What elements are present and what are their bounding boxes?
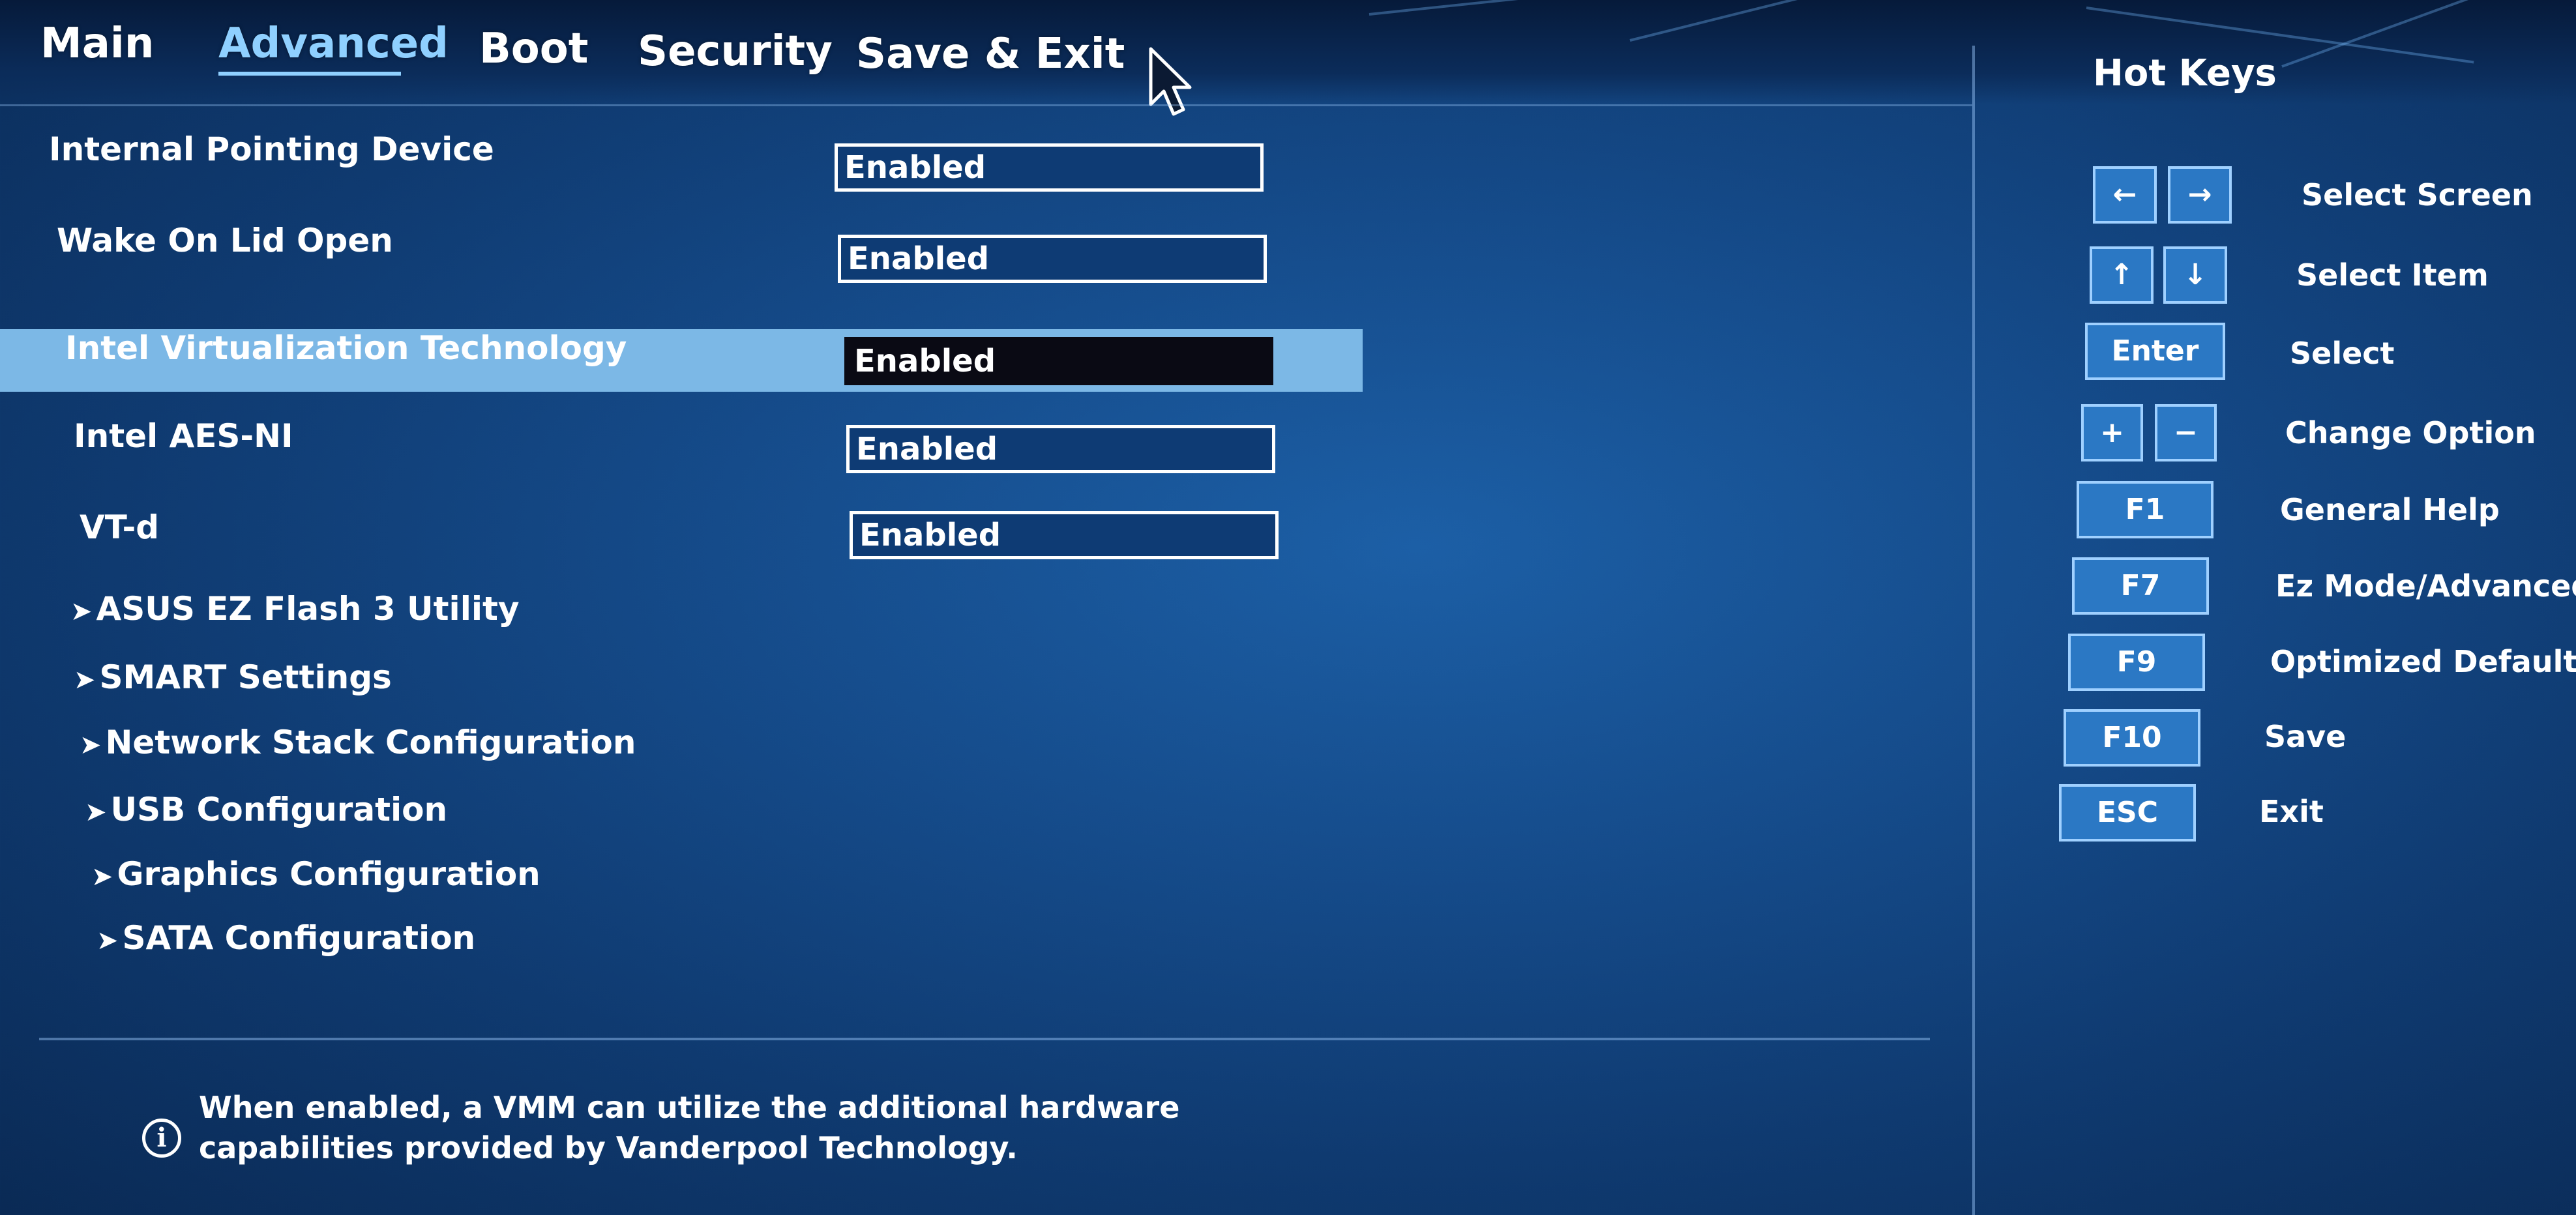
key-f9: F9 <box>2068 634 2205 691</box>
setting-wake-on-lid-open[interactable]: Wake On Lid Open Enabled <box>0 215 1363 283</box>
key-f7: F7 <box>2072 557 2209 615</box>
setting-vt-d[interactable]: VT-d Enabled <box>0 502 1363 564</box>
key-down-arrow: ↓ <box>2163 246 2227 304</box>
hotkey-description: Save <box>2264 719 2347 754</box>
hotkey-description: Select <box>2290 336 2395 371</box>
active-tab-underline <box>218 72 401 76</box>
key-enter: Enter <box>2085 323 2225 380</box>
setting-label: Wake On Lid Open <box>57 222 393 259</box>
setting-value-box[interactable]: Enabled <box>850 511 1279 559</box>
hotkey-description: Optimized Defaults <box>2270 644 2576 679</box>
chevron-right-icon: ➤ <box>96 926 119 956</box>
info-icon: i <box>142 1119 181 1158</box>
hotkey-description: Ez Mode/Advanced Mode <box>2275 568 2576 604</box>
setting-value-box[interactable]: Enabled <box>835 143 1264 192</box>
key-f1: F1 <box>2077 481 2213 538</box>
hotkey-description: Exit <box>2259 794 2324 829</box>
setting-value: Enabled <box>856 431 998 467</box>
key-minus: − <box>2155 404 2217 461</box>
setting-label: Intel AES-NI <box>74 417 293 455</box>
mouse-cursor-icon <box>1147 46 1193 120</box>
chevron-right-icon: ➤ <box>74 665 96 695</box>
hotkey-description: General Help <box>2280 492 2500 527</box>
hotkey-description: Select Item <box>2296 257 2489 293</box>
tab-save-exit[interactable]: Save & Exit <box>856 30 1125 78</box>
setting-label: VT-d <box>80 508 159 546</box>
chevron-right-icon: ➤ <box>91 862 113 892</box>
setting-value-box[interactable]: Enabled <box>846 425 1275 473</box>
key-up-arrow: ↑ <box>2090 246 2154 304</box>
submenu-label: SMART Settings <box>99 658 392 696</box>
submenu-sata-configuration[interactable]: ➤ SATA Configuration <box>96 919 475 957</box>
tab-advanced[interactable]: Advanced <box>218 20 449 68</box>
setting-value: Enabled <box>854 343 996 379</box>
key-esc: ESC <box>2059 784 2196 842</box>
tab-boot[interactable]: Boot <box>479 25 588 73</box>
submenu-label: SATA Configuration <box>122 919 476 957</box>
setting-value: Enabled <box>859 517 1001 553</box>
submenu-label: Network Stack Configuration <box>105 724 636 761</box>
chevron-right-icon: ➤ <box>70 596 93 626</box>
chevron-right-icon: ➤ <box>80 730 102 760</box>
submenu-graphics-configuration[interactable]: ➤ Graphics Configuration <box>91 855 540 893</box>
setting-value-box[interactable]: Enabled <box>844 337 1273 385</box>
hotkeys-divider <box>1972 46 1975 1215</box>
key-right-arrow: → <box>2168 166 2232 224</box>
submenu-usb-configuration[interactable]: ➤ USB Configuration <box>85 791 447 828</box>
header-divider <box>0 104 1972 106</box>
setting-internal-pointing-device[interactable]: Internal Pointing Device Enabled <box>0 124 1363 192</box>
help-description: When enabled, a VMM can utilize the addi… <box>199 1090 1180 1165</box>
setting-label: Intel Virtualization Technology <box>65 329 627 367</box>
setting-value: Enabled <box>844 149 986 186</box>
help-divider <box>39 1038 1930 1040</box>
setting-label: Internal Pointing Device <box>49 130 494 168</box>
submenu-label: ASUS EZ Flash 3 Utility <box>96 590 520 628</box>
setting-value: Enabled <box>848 241 990 277</box>
chevron-right-icon: ➤ <box>85 797 107 827</box>
setting-intel-aes-ni[interactable]: Intel AES-NI Enabled <box>0 411 1363 473</box>
submenu-network-stack-configuration[interactable]: ➤ Network Stack Configuration <box>80 724 636 761</box>
hotkey-description: Change Option <box>2285 415 2536 450</box>
key-plus: + <box>2081 404 2143 461</box>
submenu-smart-settings[interactable]: ➤ SMART Settings <box>74 658 392 696</box>
tab-main[interactable]: Main <box>40 20 154 68</box>
submenu-label: USB Configuration <box>110 791 448 828</box>
submenu-asus-ez-flash-3-utility[interactable]: ➤ ASUS EZ Flash 3 Utility <box>70 590 519 628</box>
key-f10: F10 <box>2064 709 2200 767</box>
hotkeys-title: Hot Keys <box>2093 52 2277 95</box>
setting-value-box[interactable]: Enabled <box>838 235 1267 283</box>
hotkey-description: Select Screen <box>2302 177 2533 212</box>
key-left-arrow: ← <box>2093 166 2157 224</box>
setting-intel-virtualization-technology[interactable]: Intel Virtualization Technology Enabled <box>0 329 1363 392</box>
submenu-label: Graphics Configuration <box>117 855 540 893</box>
tab-security[interactable]: Security <box>638 27 833 76</box>
